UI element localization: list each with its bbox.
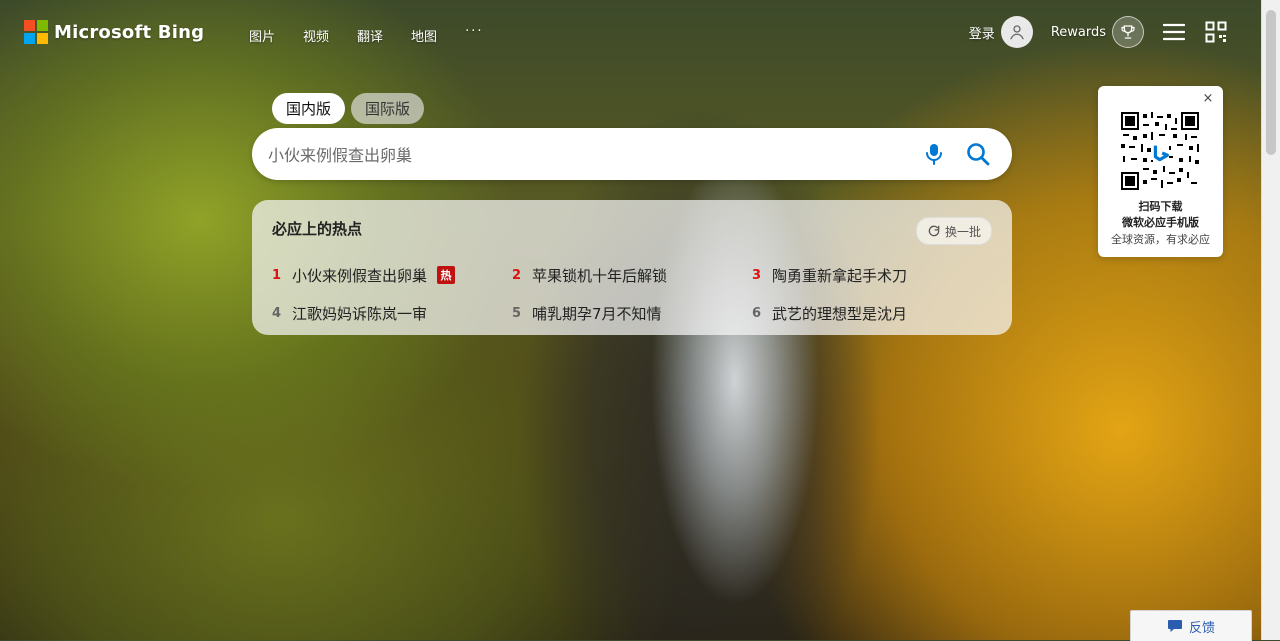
chat-bubble-icon (1167, 620, 1182, 632)
trending-panel: 必应上的热点 换一批 1 小伙来例假查出卵巢 热 2 苹果锁机十年后解锁 3 陶… (252, 200, 1012, 335)
search-box (252, 128, 1012, 180)
trending-text: 江歌妈妈诉陈岚一审 (292, 304, 428, 323)
trending-item[interactable]: 5 哺乳期孕7月不知情 (512, 294, 752, 332)
trending-list: 1 小伙来例假查出卵巢 热 2 苹果锁机十年后解锁 3 陶勇重新拿起手术刀 4 … (272, 256, 992, 332)
qr-subtitle: 微软必应手机版 (1122, 216, 1199, 229)
user-icon (1010, 25, 1024, 40)
close-icon[interactable]: × (1201, 92, 1215, 106)
hot-badge: 热 (437, 266, 456, 284)
nav-maps[interactable]: 地图 (411, 26, 437, 45)
rewards-button[interactable]: Rewards (1051, 16, 1144, 48)
qr-title: 扫码下载 (1138, 200, 1183, 213)
scrollbar-thumb[interactable] (1266, 10, 1276, 155)
feedback-label: 反馈 (1188, 620, 1215, 636)
rewards-trophy-icon (1112, 16, 1144, 48)
microsoft-logo-icon (24, 20, 48, 44)
sign-in-button[interactable]: 登录 (969, 16, 1033, 48)
nav-images[interactable]: 图片 (249, 26, 275, 45)
trending-item[interactable]: 2 苹果锁机十年后解锁 (512, 256, 752, 294)
qr-code-image (1119, 110, 1201, 192)
brand-name: Microsoft Bing (54, 21, 205, 43)
qr-download-card: × 扫码下载 微软必应手机版 全球资源，有求必应 (1098, 86, 1223, 257)
nav-more-button[interactable]: ··· (465, 24, 483, 39)
tab-international[interactable]: 国际版 (351, 93, 425, 124)
trending-text: 陶勇重新拿起手术刀 (772, 266, 908, 285)
refresh-trending-button[interactable]: 换一批 (915, 217, 992, 245)
nav-translate[interactable]: 翻译 (357, 26, 383, 45)
qr-code-icon[interactable] (1204, 20, 1228, 44)
market-tabs: 国内版 国际版 (272, 93, 425, 124)
trending-rank: 3 (752, 267, 762, 283)
trending-rank: 2 (512, 267, 522, 283)
search-input[interactable] (266, 142, 890, 168)
trending-rank: 1 (272, 267, 282, 283)
trending-text: 小伙来例假查出卵巢 (292, 266, 428, 285)
page-scrollbar[interactable] (1261, 0, 1280, 640)
trending-item[interactable]: 3 陶勇重新拿起手术刀 (752, 256, 992, 294)
trending-rank: 4 (272, 305, 282, 321)
microphone-icon[interactable] (922, 142, 946, 166)
trending-rank: 5 (512, 305, 522, 321)
tab-china[interactable]: 国内版 (272, 93, 346, 124)
refresh-label: 换一批 (944, 224, 981, 239)
trending-item[interactable]: 6 武艺的理想型是沈月 (752, 294, 992, 332)
trending-rank: 6 (752, 305, 762, 321)
avatar (1000, 16, 1033, 48)
trending-item[interactable]: 1 小伙来例假查出卵巢 热 (272, 256, 512, 294)
trending-text: 武艺的理想型是沈月 (772, 304, 908, 323)
hamburger-menu-icon[interactable] (1162, 20, 1186, 44)
trending-text: 苹果锁机十年后解锁 (532, 266, 668, 285)
feedback-button[interactable]: 反馈 (1130, 610, 1252, 641)
main-nav: 图片 视频 翻译 地图 ··· (249, 24, 483, 45)
trending-item[interactable]: 4 江歌妈妈诉陈岚一审 (272, 294, 512, 332)
sign-in-label: 登录 (968, 26, 995, 42)
trending-title: 必应上的热点 (272, 220, 363, 238)
header-actions: 登录 Rewards (969, 16, 1228, 48)
top-bar: Microsoft Bing 图片 视频 翻译 地图 ··· 登录 Reward… (0, 0, 1262, 66)
trending-text: 哺乳期孕7月不知情 (532, 304, 662, 323)
nav-videos[interactable]: 视频 (303, 26, 329, 45)
qr-caption: 全球资源，有求必应 (1111, 233, 1210, 246)
bing-logo[interactable]: Microsoft Bing (24, 20, 204, 44)
search-icon[interactable] (964, 140, 992, 168)
refresh-icon (928, 225, 940, 237)
rewards-label: Rewards (1050, 24, 1106, 40)
